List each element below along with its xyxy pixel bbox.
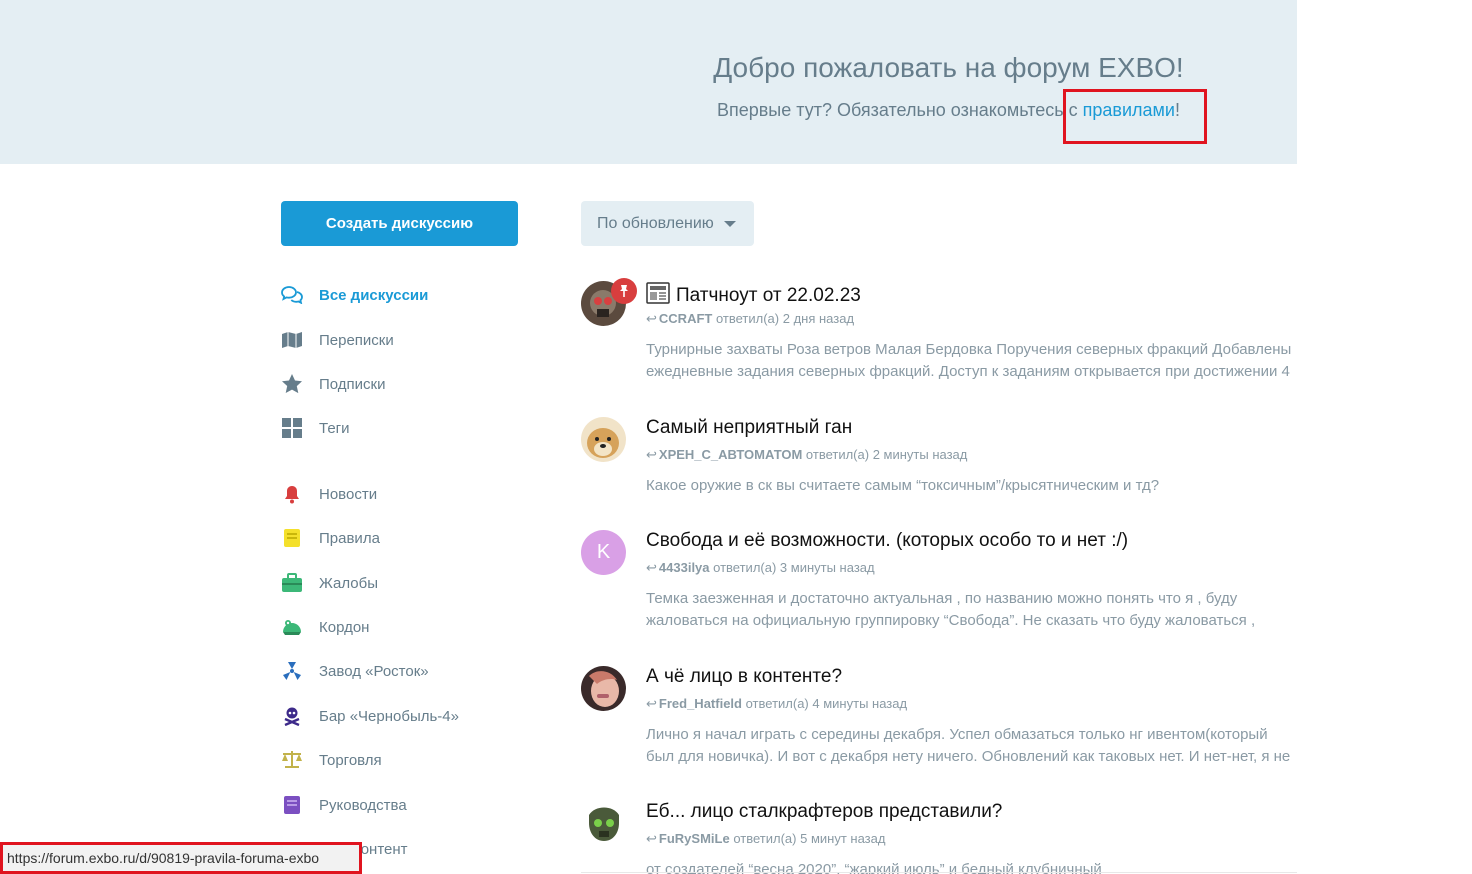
timestamp: 4 минуты назад bbox=[812, 696, 908, 711]
timestamp: 5 минут назад bbox=[800, 831, 886, 846]
sidebar-item-label: Новости bbox=[319, 485, 378, 503]
sidebar-item-news[interactable]: Новости bbox=[281, 482, 377, 506]
sidebar-item-label: Торговля bbox=[319, 751, 382, 769]
sidebar-item-rules[interactable]: Правила bbox=[281, 526, 380, 550]
discussion-excerpt: Темка заезженная и достаточно актуальная… bbox=[646, 590, 1256, 629]
map-icon bbox=[281, 329, 303, 351]
sidebar-item-bar[interactable]: Бар «Чернобыль-4» bbox=[281, 704, 459, 728]
skull-icon bbox=[281, 705, 303, 727]
sort-label: По обновлению bbox=[597, 214, 714, 232]
sidebar-item-guides[interactable]: Руководства bbox=[281, 793, 407, 817]
discussion-title[interactable]: Патчноут от 22.02.23 bbox=[646, 282, 861, 310]
reply-icon: ↩ bbox=[646, 831, 657, 846]
sidebar-item-label: Переписки bbox=[319, 331, 394, 349]
sidebar-item-label: Руководства bbox=[319, 796, 407, 814]
discussion-meta: ↩ 4433ilya ответил(а) 3 минуты назад bbox=[646, 560, 875, 575]
discussion-excerpt: Какое оружие в ск вы считаете самым “ток… bbox=[646, 477, 1160, 494]
reply-icon: ↩ bbox=[646, 560, 657, 575]
sidebar-item-following[interactable]: Подписки bbox=[281, 372, 386, 396]
reply-icon: ↩ bbox=[646, 311, 657, 326]
last-poster[interactable]: 4433ilya bbox=[659, 560, 710, 575]
discussion-title[interactable]: Еб... лицо сталкрафтеров представили? bbox=[646, 801, 1002, 823]
avatar[interactable]: K bbox=[581, 530, 626, 575]
discussion-title[interactable]: А чё лицо в контенте? bbox=[646, 666, 842, 688]
book-icon bbox=[281, 527, 303, 549]
last-poster[interactable]: Fred_Hatfield bbox=[659, 696, 742, 711]
last-poster[interactable]: FuRySMiLe bbox=[659, 831, 730, 846]
pin-icon bbox=[611, 278, 637, 304]
sidebar-item-label: Подписки bbox=[319, 375, 386, 393]
timestamp: 2 дня назад bbox=[782, 311, 855, 326]
timestamp: 2 минуты назад bbox=[872, 447, 968, 462]
discussion-meta: ↩ CCRAFT ответил(а) 2 дня назад bbox=[646, 311, 855, 326]
sidebar-item-trade[interactable]: Торговля bbox=[281, 748, 382, 772]
discussion-excerpt: Лично я начал играть с середины декабря.… bbox=[646, 726, 1291, 765]
last-poster[interactable]: CCRAFT bbox=[659, 311, 712, 326]
briefcase-icon bbox=[281, 572, 303, 594]
sidebar-item-label: Завод «Росток» bbox=[319, 662, 429, 680]
timestamp: 3 минуты назад bbox=[779, 560, 875, 575]
divider bbox=[581, 872, 1297, 873]
discussion-title[interactable]: Самый неприятный ган bbox=[646, 417, 852, 439]
star-icon bbox=[281, 373, 303, 395]
avatar[interactable] bbox=[581, 417, 626, 462]
reply-icon: ↩ bbox=[646, 696, 657, 711]
start-discussion-button[interactable]: Создать дискуссию bbox=[281, 201, 518, 246]
discussion-excerpt: Турнирные захваты Роза ветров Малая Берд… bbox=[646, 341, 1292, 380]
hero-title: Добро пожаловать на форум EXBO! bbox=[713, 52, 1184, 83]
sidebar-item-rostok[interactable]: Завод «Росток» bbox=[281, 659, 429, 683]
grid-icon bbox=[281, 417, 303, 439]
sidebar-item-label: Правила bbox=[319, 529, 380, 547]
discussion-meta: ↩ Fred_Hatfield ответил(а) 4 минуты назад bbox=[646, 696, 908, 711]
scales-icon bbox=[281, 749, 303, 771]
last-poster[interactable]: ХРЕН_С_АВТОМАТОМ bbox=[659, 447, 802, 462]
discussion-title[interactable]: Свобода и её возможности. (которых особо… bbox=[646, 530, 1128, 552]
sidebar-item-label: Все дискуссии bbox=[319, 286, 429, 304]
sidebar-item-label: Кордон bbox=[319, 618, 370, 636]
radiation-icon bbox=[281, 660, 303, 682]
sidebar-item-cordon[interactable]: Кордон bbox=[281, 615, 369, 639]
sidebar-item-complaints[interactable]: Жалобы bbox=[281, 571, 378, 595]
discussion-meta: ↩ ХРЕН_С_АВТОМАТОМ ответил(а) 2 минуты на… bbox=[646, 447, 968, 462]
frog-icon bbox=[281, 616, 303, 638]
comments-icon bbox=[281, 284, 303, 306]
caret-down-icon bbox=[723, 220, 736, 227]
status-bar-url: https://forum.exbo.ru/d/90819-pravila-fo… bbox=[0, 842, 362, 874]
sidebar-item-label: Жалобы bbox=[319, 574, 378, 592]
rules-link-highlight bbox=[1063, 89, 1207, 144]
manual-icon bbox=[281, 794, 303, 816]
reply-icon: ↩ bbox=[646, 447, 657, 462]
bell-icon bbox=[281, 483, 303, 505]
avatar[interactable] bbox=[581, 666, 626, 711]
discussion-meta: ↩ FuRySMiLe ответил(а) 5 минут назад bbox=[646, 831, 886, 846]
sidebar-item-label: Теги bbox=[319, 419, 350, 437]
sidebar-item-conversations[interactable]: Переписки bbox=[281, 328, 394, 352]
sidebar-item-all-discussions[interactable]: Все дискуссии bbox=[281, 283, 428, 307]
sort-dropdown[interactable]: По обновлению bbox=[581, 201, 754, 246]
sidebar-item-label: Бар «Чернобыль-4» bbox=[319, 707, 459, 725]
newspaper-icon bbox=[646, 282, 670, 310]
avatar[interactable] bbox=[581, 801, 626, 846]
sidebar-item-tags[interactable]: Теги bbox=[281, 416, 350, 440]
hero-desc-prefix: Впервые тут? Обязательно ознакомьтесь с bbox=[716, 100, 1083, 120]
